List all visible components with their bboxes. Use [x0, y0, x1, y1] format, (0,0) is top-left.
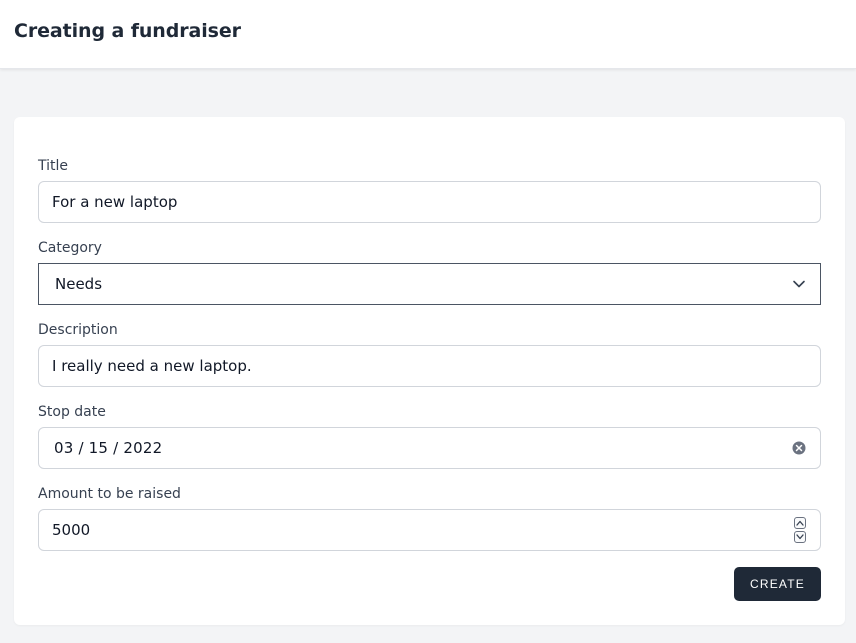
chevron-down-icon [793, 280, 805, 288]
amount-label: Amount to be raised [38, 486, 181, 502]
category-select-value: Needs [55, 275, 103, 293]
title-input[interactable]: For a new laptop [38, 181, 821, 223]
description-input-value: I really need a new laptop. [52, 357, 252, 375]
page-title: Creating a fundraiser [14, 20, 241, 42]
stop-date-value: 03 / 15 / 2022 [54, 439, 163, 457]
top-bar: Creating a fundraiser [0, 0, 856, 69]
stop-date-label: Stop date [38, 404, 106, 420]
description-label: Description [38, 322, 118, 338]
chevron-up-icon [796, 520, 804, 526]
title-label: Title [38, 158, 69, 174]
fundraiser-form-card: Title For a new laptop Category Needs De… [14, 117, 845, 625]
chevron-down-icon [796, 534, 804, 540]
clear-icon[interactable] [792, 441, 806, 455]
category-select[interactable]: Needs [38, 263, 821, 305]
stop-date-input[interactable]: 03 / 15 / 2022 [38, 427, 821, 469]
amount-input-value: 5000 [52, 521, 91, 539]
title-input-value: For a new laptop [52, 193, 178, 211]
category-label: Category [38, 240, 102, 256]
increment-button[interactable] [794, 517, 806, 529]
decrement-button[interactable] [794, 531, 806, 543]
create-button[interactable]: CREATE [734, 567, 821, 601]
spinner-arrows-icon [794, 517, 806, 543]
amount-input[interactable]: 5000 [38, 509, 821, 551]
description-input[interactable]: I really need a new laptop. [38, 345, 821, 387]
